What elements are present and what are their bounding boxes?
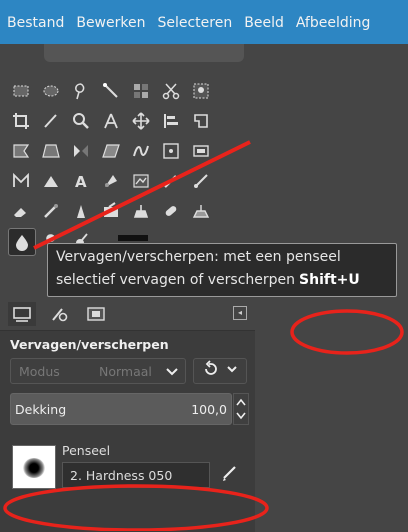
menu-selecteren[interactable]: Selecteren xyxy=(150,15,237,31)
bucket-fill-icon[interactable] xyxy=(38,168,64,194)
tool-options-title: Vervagen/verscherpen xyxy=(10,337,169,352)
opacity-slider[interactable]: Dekking 100,0 xyxy=(10,393,232,425)
edit-brush-button[interactable] xyxy=(216,462,246,488)
mode-value: Normaal xyxy=(99,364,152,379)
heal-icon[interactable] xyxy=(158,198,184,224)
perspective-icon[interactable] xyxy=(38,138,64,164)
opacity-value: 100,0 xyxy=(191,402,227,417)
tab-tool-options[interactable] xyxy=(8,302,36,326)
paint-dynamics-icon[interactable] xyxy=(128,168,154,194)
unified-transform-icon[interactable] xyxy=(8,138,34,164)
tooltip-line-1: Vervagen/verscherpen: met een penseel xyxy=(56,249,341,265)
crop-icon[interactable] xyxy=(8,108,34,134)
menu-bestand[interactable]: Bestand xyxy=(0,15,69,31)
svg-text:A: A xyxy=(75,173,87,191)
color-swatch-edge xyxy=(118,235,148,241)
tab-undo-history[interactable] xyxy=(82,302,110,326)
mode-label: Modus xyxy=(19,364,60,379)
path-icon[interactable] xyxy=(8,168,34,194)
tooltip-description: selectief vervagen of verscherpen xyxy=(56,272,296,288)
menu-beeld[interactable]: Beeld xyxy=(237,15,289,31)
reset-mode-button[interactable] xyxy=(193,358,247,384)
flip-icon[interactable] xyxy=(68,138,94,164)
cage-transform-icon[interactable] xyxy=(188,108,214,134)
toolbox-handle[interactable] xyxy=(44,44,244,62)
transform-icon[interactable] xyxy=(98,108,124,134)
mypaint-icon[interactable] xyxy=(98,198,124,224)
eraser-icon[interactable] xyxy=(8,198,34,224)
tab-device-status[interactable] xyxy=(46,302,74,326)
menubar: Bestand Bewerken Selecteren Beeld Afbeel… xyxy=(0,12,408,34)
gradient-icon[interactable] xyxy=(98,168,124,194)
foreground-select-icon[interactable] xyxy=(188,78,214,104)
dock-tabs: ◂ xyxy=(0,300,254,328)
menu-bewerken[interactable]: Bewerken xyxy=(69,15,150,31)
pencil-icon[interactable] xyxy=(158,168,184,194)
ellipse-select-icon[interactable] xyxy=(38,78,64,104)
warp-icon[interactable] xyxy=(128,138,154,164)
brush-preview[interactable] xyxy=(12,445,56,489)
chevron-down-icon xyxy=(165,362,179,384)
edit-icon xyxy=(221,464,241,486)
measure-icon[interactable] xyxy=(38,108,64,134)
reset-icon xyxy=(202,360,220,382)
blur-sharpen-icon[interactable] xyxy=(8,228,36,256)
tooltip-line-2: selectief vervagen of verscherpen Shift+U xyxy=(56,272,360,288)
lasso-icon[interactable] xyxy=(68,78,94,104)
brush-name: 2. Hardness 050 xyxy=(70,468,173,483)
opacity-label: Dekking xyxy=(15,402,67,417)
chevron-down-icon xyxy=(226,361,238,381)
rect-select-icon[interactable] xyxy=(8,78,34,104)
header-band: Bestand Bewerken Selecteren Beeld Afbeel… xyxy=(0,0,408,44)
fuzzy-select-icon[interactable] xyxy=(98,78,124,104)
perspective-clone-icon[interactable] xyxy=(188,198,214,224)
dock-menu-button[interactable]: ◂ xyxy=(233,306,247,320)
mode-select[interactable]: Modus Normaal xyxy=(10,358,186,384)
shear-icon[interactable] xyxy=(98,138,124,164)
scissors-icon[interactable] xyxy=(158,78,184,104)
opacity-spinner[interactable] xyxy=(233,393,249,425)
zoom-icon[interactable] xyxy=(68,108,94,134)
move-icon[interactable] xyxy=(128,108,154,134)
text-box-icon[interactable] xyxy=(188,138,214,164)
tooltip-shortcut: Shift+U xyxy=(299,272,360,288)
tool-options-panel: Vervagen/verscherpen Modus Normaal Dekki… xyxy=(0,330,255,532)
paintbrush-icon[interactable] xyxy=(188,168,214,194)
tool-tooltip: Vervagen/verscherpen: met een penseel se… xyxy=(47,243,397,297)
airbrush-icon[interactable] xyxy=(38,198,64,224)
ink-icon[interactable] xyxy=(68,198,94,224)
clone-icon[interactable] xyxy=(128,198,154,224)
text-icon[interactable]: A xyxy=(68,168,94,194)
menu-afbeelding[interactable]: Afbeelding xyxy=(289,15,376,31)
brush-label: Penseel xyxy=(62,443,111,458)
brush-name-field[interactable]: 2. Hardness 050 xyxy=(62,462,210,488)
handle-transform-icon[interactable] xyxy=(158,138,184,164)
select-by-color-icon[interactable] xyxy=(128,78,154,104)
brush-dot xyxy=(23,458,45,478)
align-icon[interactable] xyxy=(158,108,184,134)
